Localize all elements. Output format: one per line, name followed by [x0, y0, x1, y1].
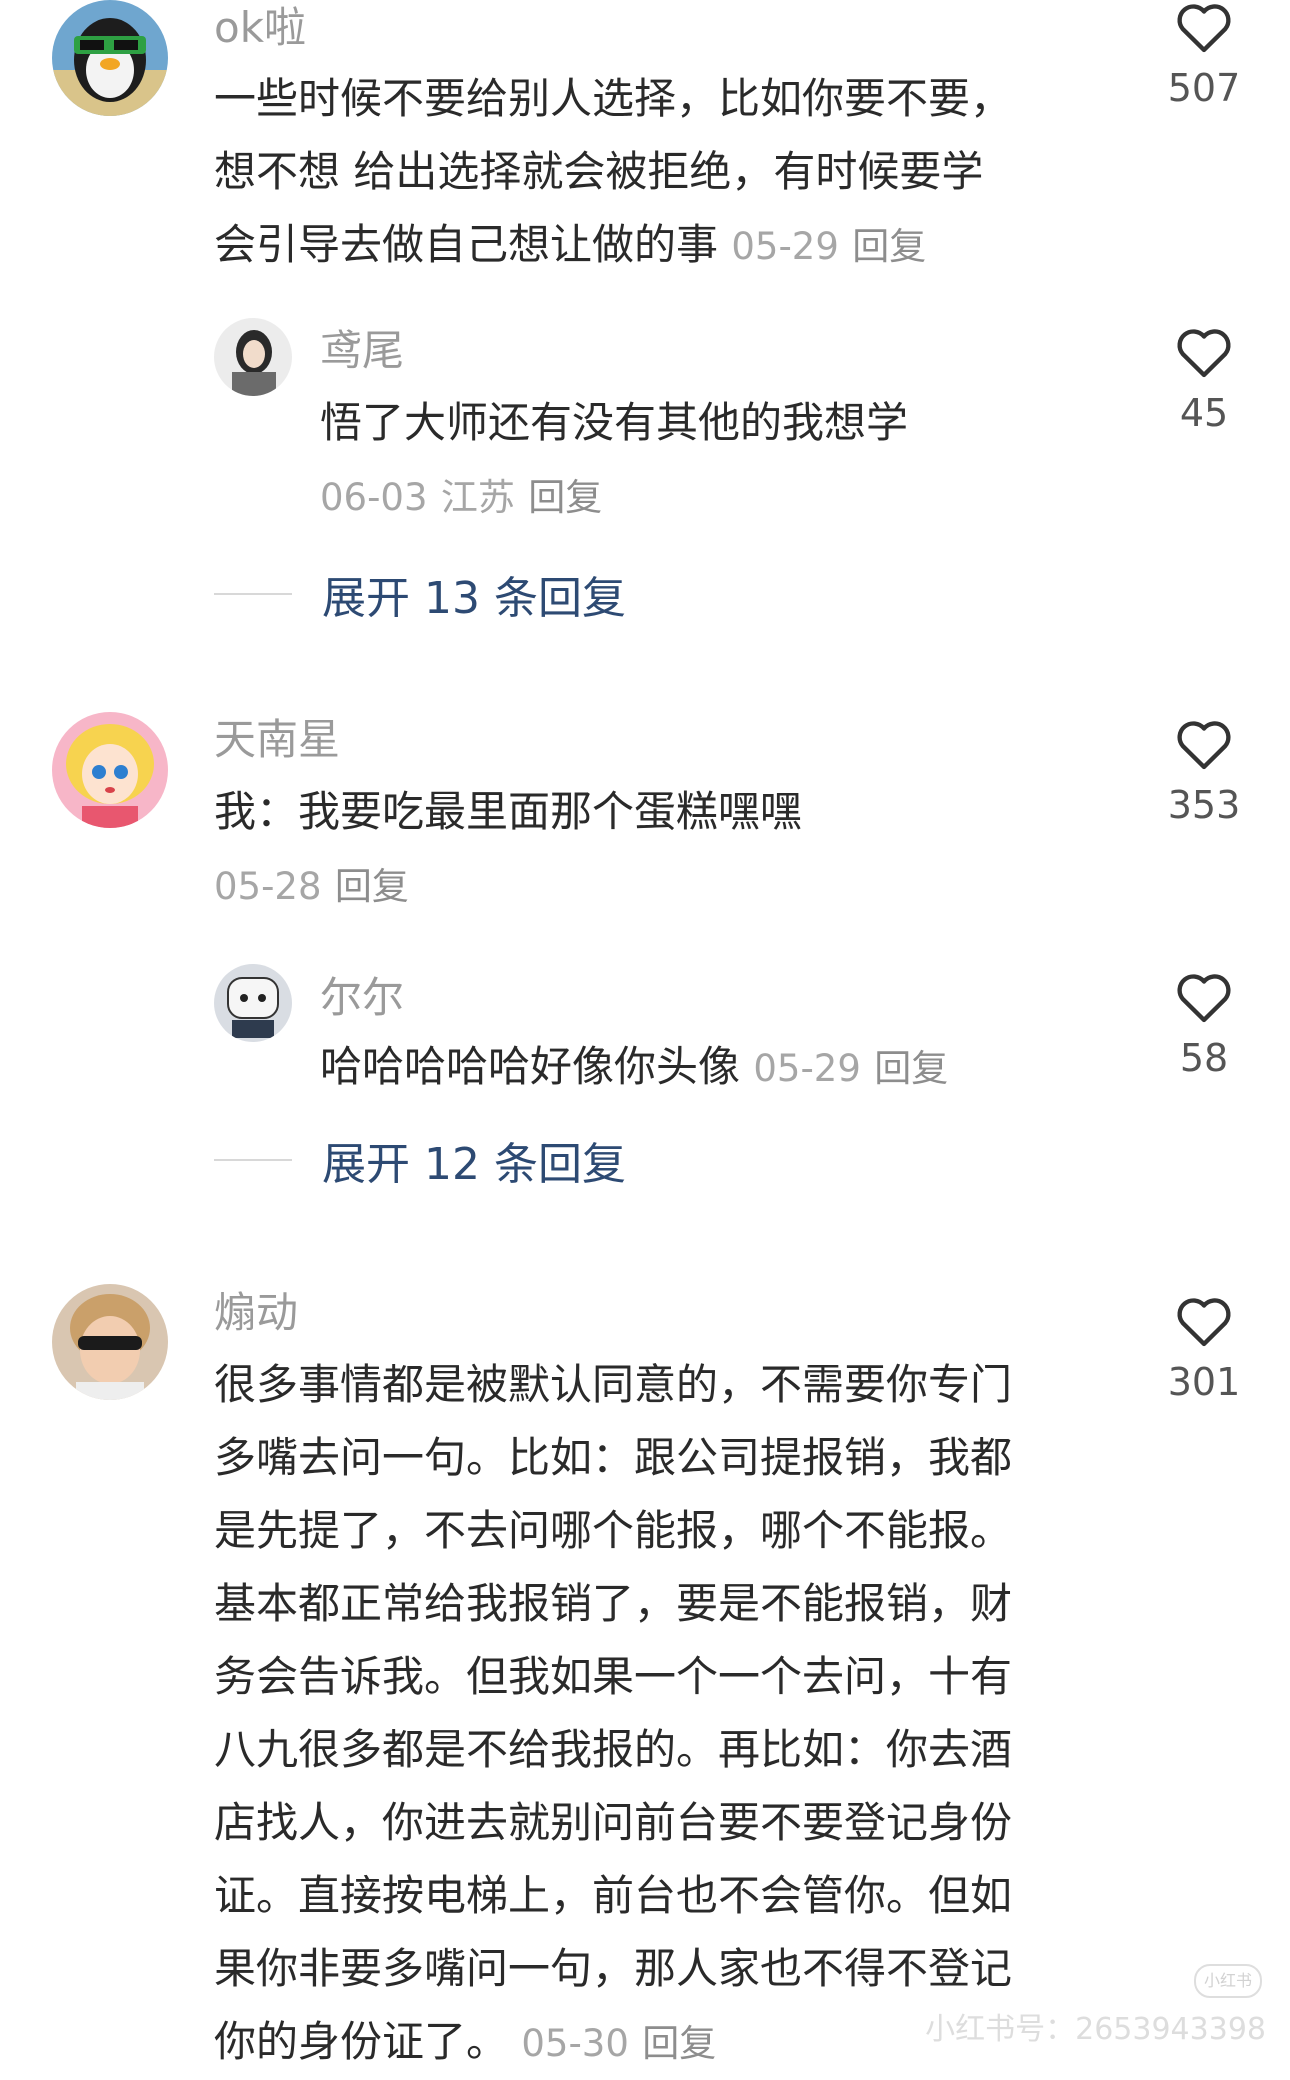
- like-count: 58: [1179, 1036, 1229, 1080]
- heart-icon: [1177, 329, 1231, 378]
- comment-line: 你的身份证了。 05-30 回复: [214, 2017, 717, 2066]
- comment-line: 店找人，你进去就别问前台要不要登记身份: [214, 1798, 1013, 1847]
- expand-replies-button[interactable]: 展开 13 条回复: [214, 562, 626, 626]
- comment-text: 很多事情都是被默认同意的，不需要你专门 多嘴去问一句。比如：跟公司提报销，我都 …: [214, 1348, 1012, 2080]
- reply-line: 悟了大师还有没有其他的我想学: [320, 398, 909, 447]
- expand-replies-button[interactable]: 展开 12 条回复: [214, 1128, 626, 1192]
- watermark-text: 小红书号：2653943398: [925, 2012, 1266, 2047]
- avatar[interactable]: [52, 1284, 168, 1400]
- reply-username[interactable]: 尔尔: [320, 977, 404, 1019]
- like-count: 353: [1167, 783, 1241, 827]
- reply-text: 悟了大师还有没有其他的我想学 06-03 江苏 回复: [320, 386, 908, 534]
- comment-line: 我：我要吃最里面那个蛋糕嘿嘿: [214, 787, 803, 836]
- like-count: 301: [1167, 1360, 1241, 1404]
- heart-icon: [1177, 1298, 1231, 1347]
- like-button[interactable]: 301: [1159, 1294, 1249, 1404]
- reply-button[interactable]: 回复: [335, 865, 409, 908]
- comment-line: 是先提了，不去问哪个能报，哪个不能报。: [214, 1506, 1013, 1555]
- comment-date: 05-29: [731, 225, 839, 268]
- comment-line: 果你非要多嘴问一句，那人家也不得不登记: [214, 1944, 1013, 1993]
- like-button[interactable]: 45: [1159, 325, 1249, 435]
- comment-line: 会引导去做自己想让做的事 05-29 回复: [214, 220, 927, 269]
- comment-line: 八九很多都是不给我报的。再比如：你去酒: [214, 1725, 1013, 1774]
- comment-date: 05-30: [521, 2022, 629, 2065]
- expand-replies-label: 展开 12 条回复: [322, 1139, 626, 1190]
- comment-date: 05-28: [214, 865, 322, 908]
- like-count: 45: [1179, 391, 1229, 435]
- comment-line: 多嘴去问一句。比如：跟公司提报销，我都: [214, 1433, 1013, 1482]
- reply-date: 06-03: [320, 476, 428, 519]
- comment-line: 很多事情都是被默认同意的，不需要你专门: [214, 1360, 1013, 1409]
- comment-line: 基本都正常给我报销了，要是不能报销，财: [214, 1579, 1013, 1628]
- reply-text: 哈哈哈哈哈好像你头像 05-29 回复: [320, 1030, 948, 1105]
- reply-button[interactable]: 回复: [642, 2022, 716, 2065]
- comment-meta: 05-28 回复: [214, 848, 802, 923]
- comment-line: 一些时候不要给别人选择，比如你要不要，: [214, 74, 1013, 123]
- avatar[interactable]: [52, 0, 168, 116]
- comment-text: 我：我要吃最里面那个蛋糕嘿嘿 05-28 回复: [214, 775, 802, 923]
- avatar[interactable]: [214, 964, 292, 1042]
- avatar[interactable]: [214, 318, 292, 396]
- comment-username[interactable]: 天南星: [214, 719, 340, 761]
- comment-line: 务会告诉我。但我如果一个一个去问，十有: [214, 1652, 1013, 1701]
- reply-location: 江苏: [440, 476, 515, 519]
- comment-line: 证。直接按电梯上，前台也不会管你。但如: [214, 1871, 1013, 1920]
- watermark-logo: 小红书: [1194, 1964, 1262, 1998]
- reply-button[interactable]: 回复: [852, 225, 926, 268]
- reply-date: 05-29: [753, 1047, 861, 1090]
- heart-icon: [1177, 974, 1231, 1023]
- comment-text: 一些时候不要给别人选择，比如你要不要， 想不想 给出选择就会被拒绝，有时候要学 …: [214, 62, 1012, 283]
- heart-icon: [1177, 4, 1231, 53]
- like-button[interactable]: 58: [1159, 970, 1249, 1080]
- divider: [214, 1159, 292, 1161]
- avatar[interactable]: [52, 712, 168, 828]
- like-button[interactable]: 353: [1159, 717, 1249, 827]
- divider: [214, 593, 292, 595]
- comment-username[interactable]: 煽动: [214, 1292, 298, 1334]
- like-count: 507: [1167, 66, 1241, 110]
- heart-icon: [1177, 721, 1231, 770]
- comment-line: 想不想 给出选择就会被拒绝，有时候要学: [214, 147, 984, 196]
- reply-line: 哈哈哈哈哈好像你头像 05-29 回复: [320, 1042, 949, 1091]
- reply-username[interactable]: 鸢尾: [320, 330, 404, 372]
- comment-username[interactable]: ok啦: [214, 7, 306, 49]
- expand-replies-label: 展开 13 条回复: [322, 573, 626, 624]
- like-button[interactable]: 507: [1159, 0, 1249, 110]
- reply-button[interactable]: 回复: [874, 1047, 948, 1090]
- reply-meta: 06-03 江苏 回复: [320, 459, 908, 534]
- reply-button[interactable]: 回复: [528, 476, 602, 519]
